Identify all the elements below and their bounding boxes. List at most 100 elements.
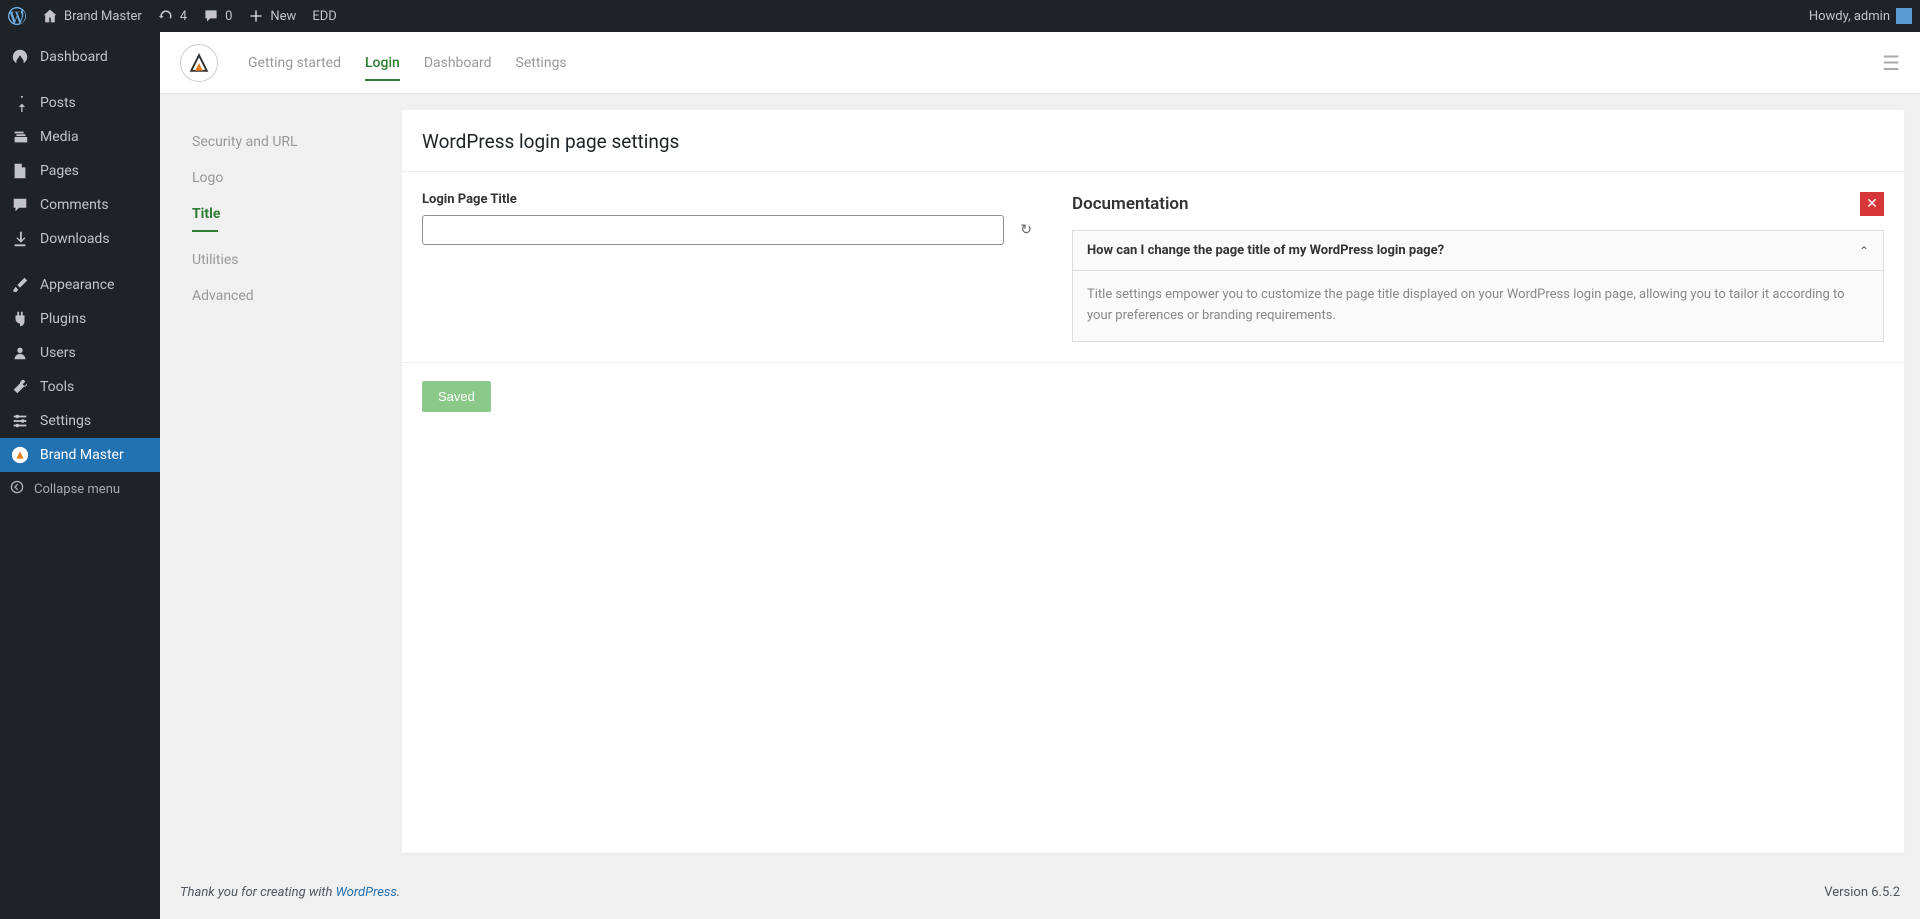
wp-footer: Thank you for creating with WordPress. V…	[160, 869, 1920, 916]
page-title: WordPress login page settings	[422, 130, 1884, 153]
sidebar-item-pages[interactable]: Pages	[0, 154, 160, 188]
settings-panel: WordPress login page settings Login Page…	[402, 110, 1904, 853]
page-icon	[10, 162, 30, 180]
accordion-question: How can I change the page title of my Wo…	[1087, 243, 1444, 258]
sidebar-item-dashboard[interactable]: Dashboard	[0, 40, 160, 74]
plugin-header-left: Getting started Login Dashboard Settings	[180, 32, 567, 93]
sidebar-item-brandmaster[interactable]: Brand Master	[0, 438, 160, 472]
sidebar-item-label: Users	[40, 345, 76, 361]
doc-title: Documentation	[1072, 194, 1189, 214]
doc-accordion: How can I change the page title of my Wo…	[1072, 230, 1884, 342]
wordpress-link[interactable]: WordPress	[336, 885, 397, 900]
download-icon	[10, 230, 30, 248]
subnav-logo[interactable]: Logo	[192, 160, 370, 196]
admin-bar-right: Howdy, admin	[1801, 0, 1920, 32]
admin-menu: Dashboard Posts Media Pages Comments Dow…	[0, 32, 160, 506]
comments-link[interactable]: 0	[195, 0, 240, 32]
tab-getting-started[interactable]: Getting started	[248, 32, 341, 93]
sidebar-item-label: Plugins	[40, 311, 86, 327]
subnav-title[interactable]: Title	[192, 196, 370, 242]
plus-icon	[248, 8, 264, 24]
updates-link[interactable]: 4	[150, 0, 195, 32]
saved-button[interactable]: Saved	[422, 381, 491, 412]
site-name-link[interactable]: Brand Master	[34, 0, 150, 32]
hamburger-menu-button[interactable]: ☰	[1882, 51, 1900, 75]
sidebar-item-label: Posts	[40, 95, 76, 111]
collapse-icon	[10, 480, 24, 498]
wp-logo-menu[interactable]	[0, 0, 34, 32]
brush-icon	[10, 276, 30, 294]
subnav-advanced[interactable]: Advanced	[192, 278, 370, 314]
collapse-label: Collapse menu	[34, 482, 120, 497]
sidebar-item-label: Brand Master	[40, 447, 124, 463]
new-content-link[interactable]: New	[240, 0, 304, 32]
sidebar-item-appearance[interactable]: Appearance	[0, 268, 160, 302]
wordpress-icon	[8, 7, 26, 25]
hamburger-icon: ☰	[1882, 51, 1900, 75]
sidebar-item-label: Tools	[40, 379, 74, 395]
sidebar-item-label: Settings	[40, 413, 91, 429]
documentation-column: Documentation ✕ How can I change the pag…	[1072, 192, 1884, 342]
sidebar-item-settings[interactable]: Settings	[0, 404, 160, 438]
sidebar-item-comments[interactable]: Comments	[0, 188, 160, 222]
sidebar-item-label: Dashboard	[40, 49, 108, 65]
plugin-body: Security and URL Logo Title Utilities Ad…	[160, 94, 1920, 869]
sidebar-item-plugins[interactable]: Plugins	[0, 302, 160, 336]
plugin-header: Getting started Login Dashboard Settings…	[160, 32, 1920, 94]
close-icon: ✕	[1866, 196, 1878, 212]
my-account-link[interactable]: Howdy, admin	[1801, 0, 1920, 32]
avatar	[1896, 8, 1912, 24]
tools-icon	[10, 378, 30, 396]
brandmaster-icon	[10, 446, 30, 464]
sidebar-item-downloads[interactable]: Downloads	[0, 222, 160, 256]
sub-nav: Security and URL Logo Title Utilities Ad…	[176, 110, 386, 853]
accordion-body: Title settings empower you to customize …	[1073, 271, 1883, 341]
plugin-content-wrap: Getting started Login Dashboard Settings…	[160, 32, 1920, 869]
tab-dashboard[interactable]: Dashboard	[424, 32, 492, 93]
wp-admin-bar: Brand Master 4 0 New EDD Howdy, admin	[0, 0, 1920, 32]
login-page-title-input[interactable]	[422, 215, 1004, 245]
comment-icon	[203, 8, 219, 24]
collapse-menu-button[interactable]: Collapse menu	[0, 472, 160, 506]
accordion-toggle[interactable]: How can I change the page title of my Wo…	[1073, 231, 1883, 271]
pin-icon	[10, 94, 30, 112]
home-icon	[42, 8, 58, 24]
doc-header: Documentation ✕	[1072, 192, 1884, 216]
form-column: Login Page Title ↻	[422, 192, 1032, 342]
reset-icon: ↻	[1020, 222, 1032, 238]
subnav-security-url[interactable]: Security and URL	[192, 124, 370, 160]
new-label: New	[270, 9, 296, 24]
subnav-utilities[interactable]: Utilities	[192, 242, 370, 278]
updates-count: 4	[180, 9, 187, 24]
site-name-label: Brand Master	[64, 9, 142, 24]
update-icon	[158, 8, 174, 24]
howdy-label: Howdy, admin	[1809, 9, 1890, 24]
plugin-tabs: Getting started Login Dashboard Settings	[248, 32, 567, 93]
plugin-logo	[180, 44, 218, 82]
footer-thankyou: Thank you for creating with WordPress.	[180, 885, 400, 900]
sidebar-item-users[interactable]: Users	[0, 336, 160, 370]
footer-version: Version 6.5.2	[1824, 885, 1900, 900]
dashboard-icon	[10, 48, 30, 66]
tab-login[interactable]: Login	[365, 32, 400, 93]
sidebar-item-tools[interactable]: Tools	[0, 370, 160, 404]
login-page-title-label: Login Page Title	[422, 192, 1032, 207]
media-icon	[10, 128, 30, 146]
sidebar-item-media[interactable]: Media	[0, 120, 160, 154]
doc-close-button[interactable]: ✕	[1860, 192, 1884, 216]
edd-label: EDD	[312, 9, 336, 24]
sidebar-item-label: Media	[40, 129, 79, 145]
panel-header: WordPress login page settings	[402, 110, 1904, 172]
reset-field-button[interactable]: ↻	[1020, 222, 1032, 238]
tab-settings[interactable]: Settings	[516, 32, 567, 93]
settings-icon	[10, 412, 30, 430]
sidebar-item-posts[interactable]: Posts	[0, 86, 160, 120]
users-icon	[10, 344, 30, 362]
comments-count: 0	[225, 9, 232, 24]
sidebar-item-label: Comments	[40, 197, 109, 213]
chevron-up-icon: ⌃	[1859, 244, 1869, 258]
admin-bar-left: Brand Master 4 0 New EDD	[0, 0, 345, 32]
edd-link[interactable]: EDD	[304, 0, 344, 32]
comment-icon	[10, 196, 30, 214]
sidebar-item-label: Appearance	[40, 277, 114, 293]
